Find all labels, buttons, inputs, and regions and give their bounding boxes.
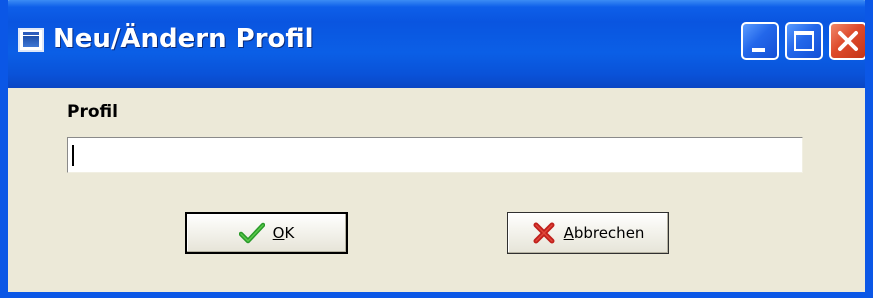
- window-title: Neu/Ändern Profil: [53, 24, 314, 54]
- red-x-icon: [533, 222, 555, 244]
- cancel-button[interactable]: Abbrechen: [507, 212, 669, 254]
- title-bar[interactable]: Neu/Ändern Profil: [8, 0, 865, 88]
- ok-button[interactable]: OK: [185, 212, 348, 254]
- maximize-icon: [794, 31, 814, 51]
- profil-input[interactable]: [67, 137, 803, 173]
- close-icon: [838, 31, 858, 51]
- close-button[interactable]: [829, 22, 865, 60]
- text-caret: [72, 145, 74, 166]
- minimize-icon: [752, 48, 765, 52]
- dialog-body: Profil OK Abbrechen: [8, 88, 865, 292]
- checkmark-icon: [238, 222, 265, 244]
- ok-button-label: OK: [272, 224, 295, 242]
- cancel-button-label: Abbrechen: [563, 224, 645, 242]
- minimize-button[interactable]: [741, 22, 779, 60]
- profil-label: Profil: [67, 102, 118, 122]
- window-app-icon: [18, 28, 44, 52]
- dialog-window: Neu/Ändern Profil Profil OK Abbrechen: [0, 0, 873, 298]
- maximize-button[interactable]: [785, 22, 823, 60]
